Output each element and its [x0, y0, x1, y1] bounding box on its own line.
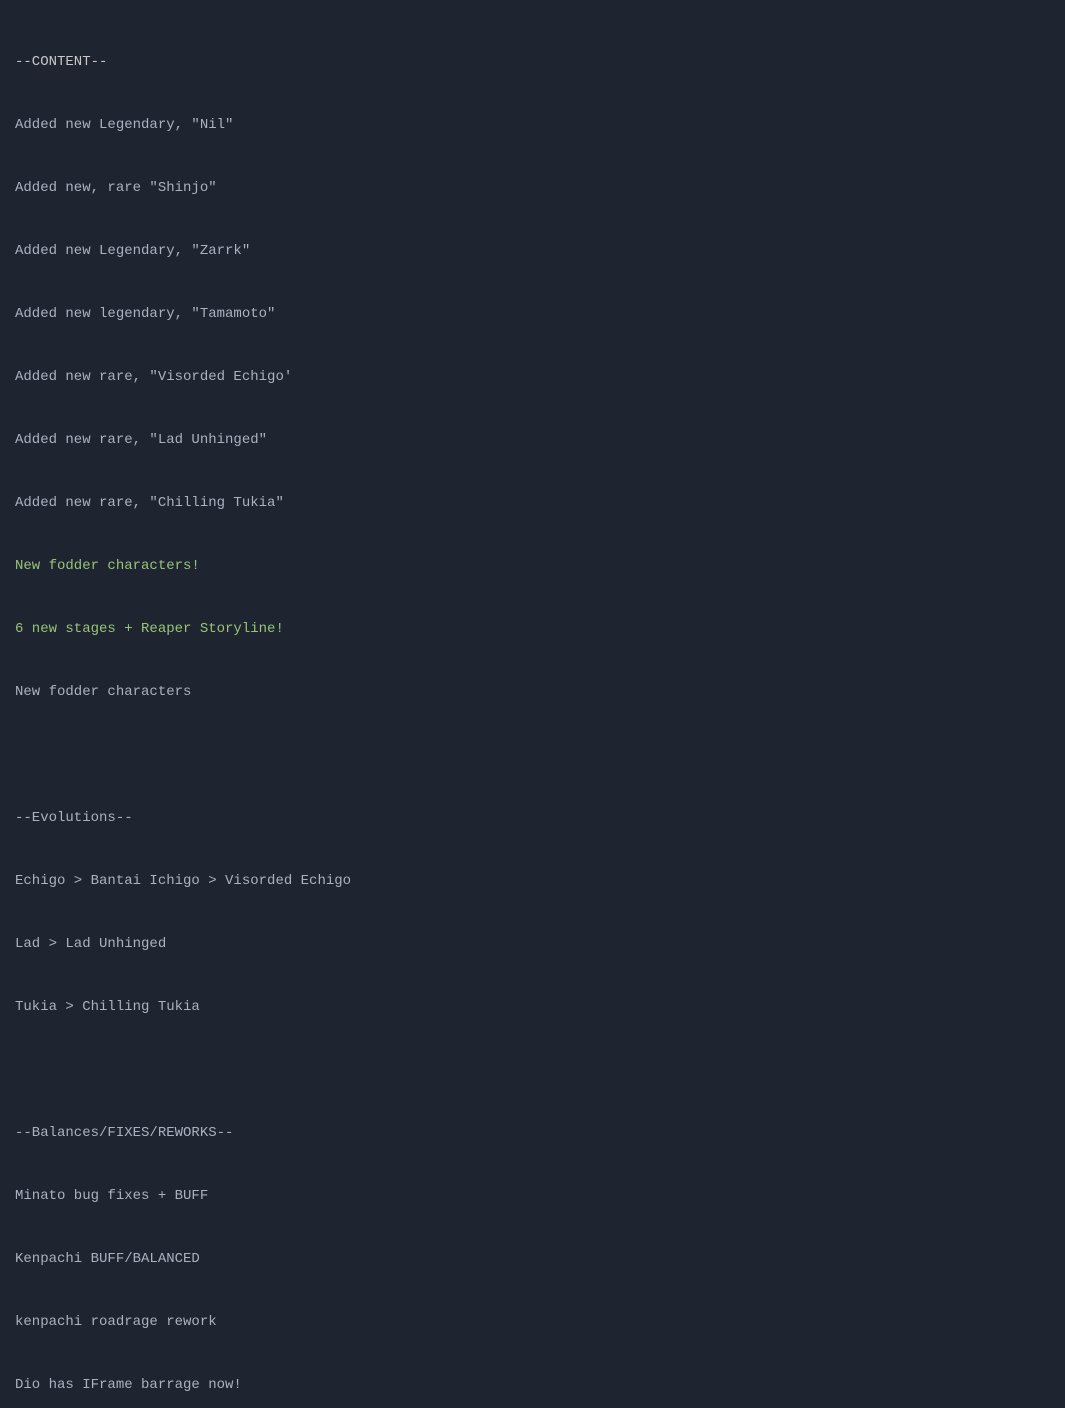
line-1: Added new Legendary, "Nil" [15, 115, 1050, 136]
evo-3: Tukia > Chilling Tukia [15, 997, 1050, 1018]
evo-2: Lad > Lad Unhinged [15, 934, 1050, 955]
bal-2: Kenpachi BUFF/BALANCED [15, 1249, 1050, 1270]
evolutions-header: --Evolutions-- [15, 808, 1050, 829]
line-5: Added new rare, "Visorded Echigo' [15, 367, 1050, 388]
line-9: 6 new stages + Reaper Storyline! [15, 619, 1050, 640]
line-3: Added new Legendary, "Zarrk" [15, 241, 1050, 262]
balances-header: --Balances/FIXES/REWORKS-- [15, 1123, 1050, 1144]
bal-4: Dio has IFrame barrage now! [15, 1375, 1050, 1396]
spacer-1 [15, 745, 1050, 766]
line-8: New fodder characters! [15, 556, 1050, 577]
evo-1: Echigo > Bantai Ichigo > Visorded Echigo [15, 871, 1050, 892]
line-7: Added new rare, "Chilling Tukia" [15, 493, 1050, 514]
spacer-2 [15, 1060, 1050, 1081]
bal-3: kenpachi roadrage rework [15, 1312, 1050, 1333]
line-2: Added new, rare "Shinjo" [15, 178, 1050, 199]
line-6: Added new rare, "Lad Unhinged" [15, 430, 1050, 451]
bal-1: Minato bug fixes + BUFF [15, 1186, 1050, 1207]
content-header: --CONTENT-- [15, 52, 1050, 73]
line-4: Added new legendary, "Tamamoto" [15, 304, 1050, 325]
main-content: --CONTENT-- Added new Legendary, "Nil" A… [15, 10, 1050, 1408]
line-10: New fodder characters [15, 682, 1050, 703]
